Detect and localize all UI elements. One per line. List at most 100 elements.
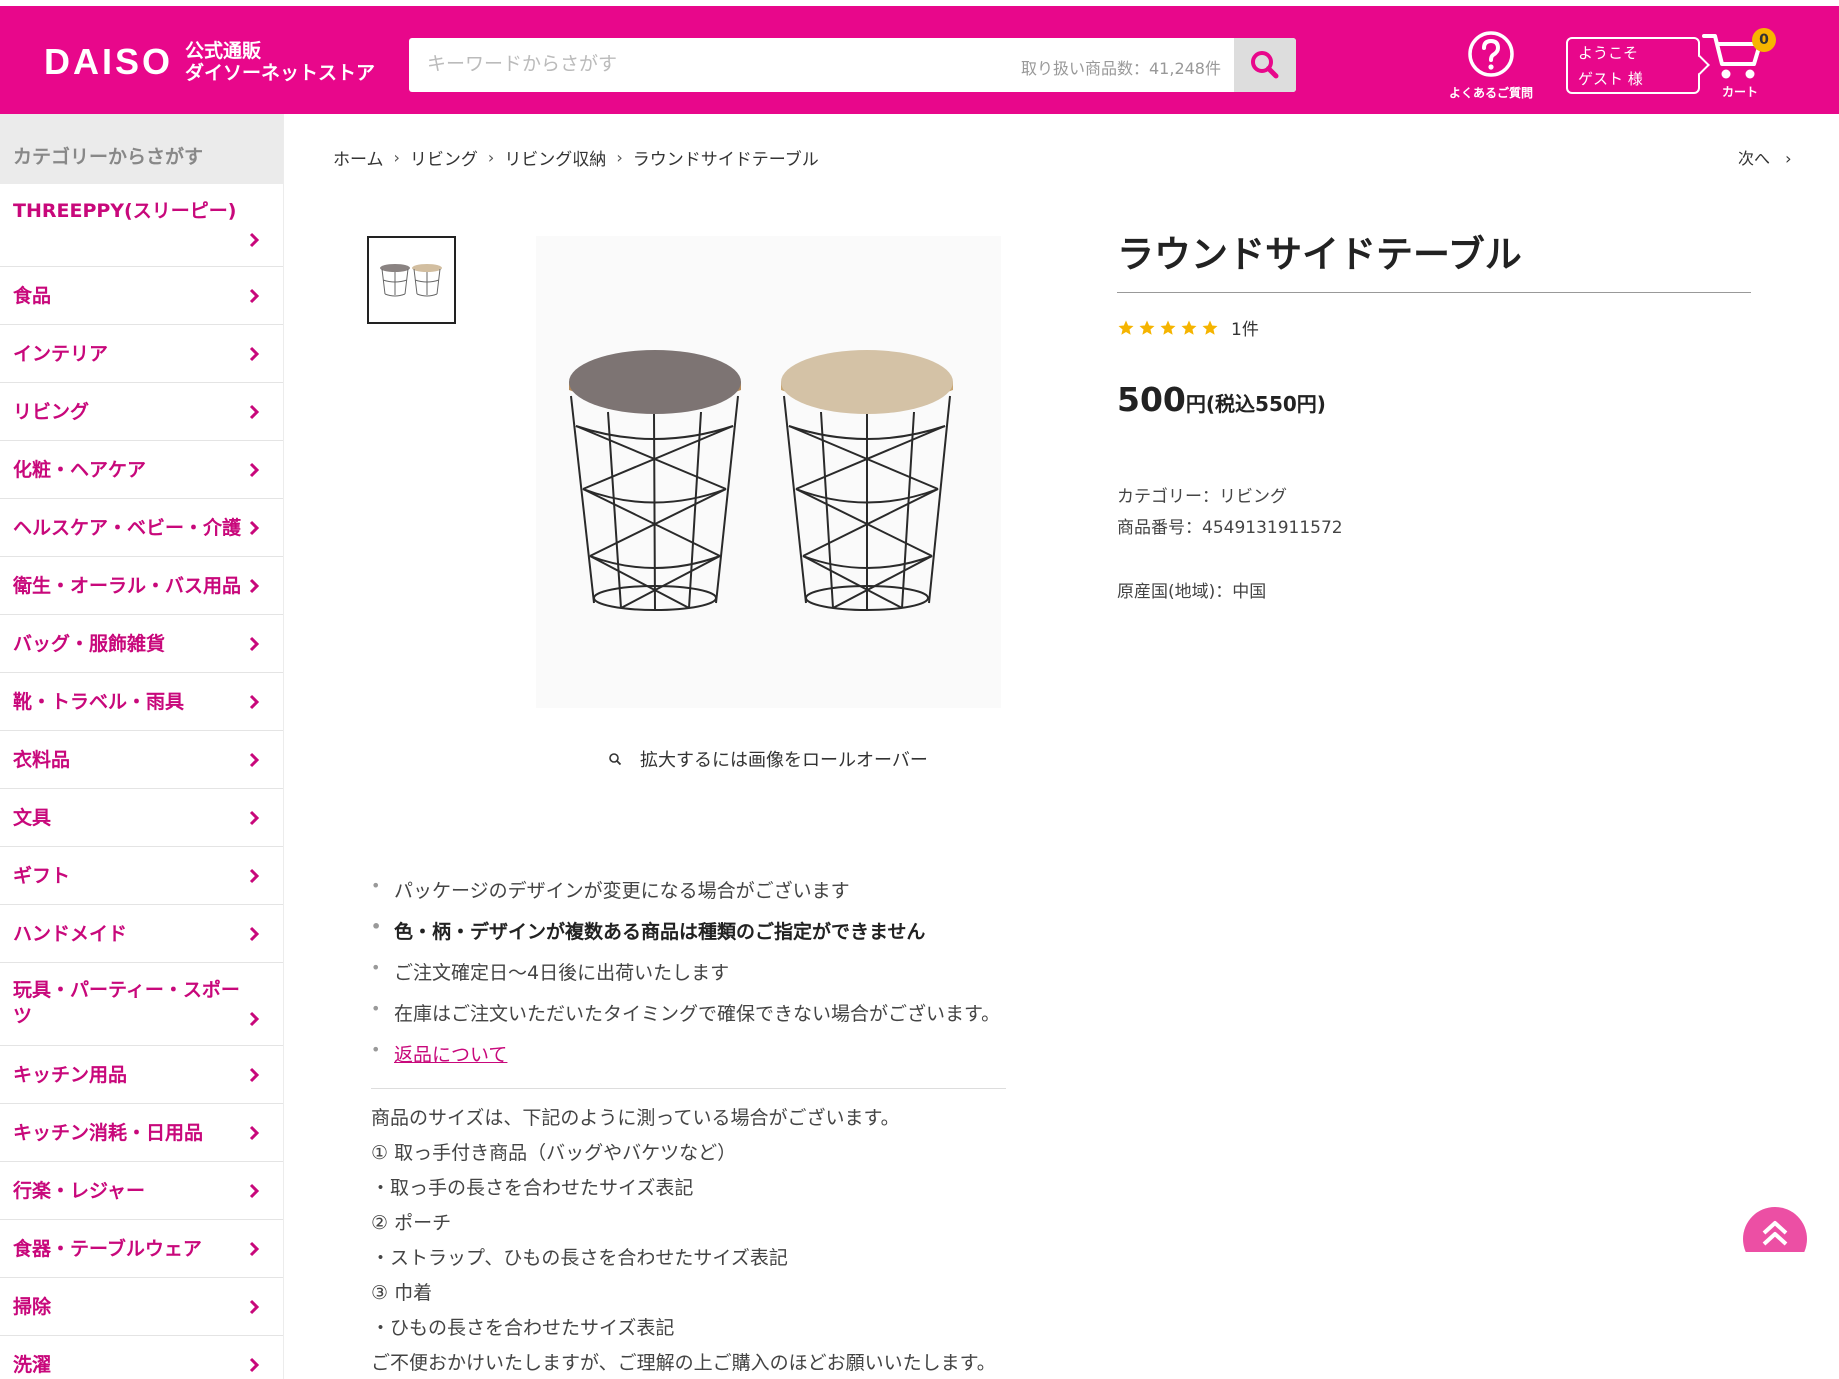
sidebar-category-label: 掃除 <box>13 1295 52 1318</box>
sidebar-category-label: 靴・トラベル・雨具 <box>13 690 185 713</box>
sidebar-category-item[interactable]: キッチン消耗・日用品 <box>0 1104 283 1162</box>
returns-link[interactable]: 返品について <box>394 1044 507 1066</box>
sidebar-category-label: 文具 <box>13 806 52 829</box>
sidebar-category-item[interactable]: 食品 <box>0 267 283 325</box>
help-circle-icon <box>1468 31 1514 77</box>
search-button[interactable] <box>1234 38 1296 92</box>
purchase-notes: パッケージのデザインが変更になる場合がございます 色・柄・デザインが複数ある商品… <box>371 876 1006 1081</box>
chevron-right-icon <box>249 520 260 535</box>
sidebar-category-label: インテリア <box>13 342 109 365</box>
product-price: 500円(税込550円) <box>1117 380 1326 419</box>
chevron-right-icon <box>249 288 260 303</box>
chevron-right-icon <box>249 752 260 767</box>
sidebar-category-item[interactable]: ギフト <box>0 847 283 905</box>
logo-wordmark: DAISO <box>44 41 174 82</box>
title-divider <box>1117 292 1751 293</box>
breadcrumb-separator-icon: › <box>393 148 400 167</box>
product-main-image[interactable] <box>536 236 1001 708</box>
chevron-right-icon <box>249 868 260 883</box>
product-category: カテゴリー：リビング <box>1117 487 1287 507</box>
sidebar-category-item[interactable]: 衛生・オーラル・バス用品 <box>0 557 283 615</box>
sidebar-category-label: ハンドメイド <box>13 922 128 945</box>
star-icon <box>1181 320 1197 335</box>
size-info-line: ① 取っ手付き商品（バッグやバケツなど） <box>371 1142 737 1164</box>
chevron-right-icon <box>249 1299 260 1314</box>
sidebar-category-item[interactable]: 行楽・レジャー <box>0 1162 283 1220</box>
logo-subtitle-line1: 公式通販 <box>185 40 262 62</box>
magnifier-icon <box>609 753 622 766</box>
sidebar-category-label: 行楽・レジャー <box>13 1179 146 1202</box>
next-product-link[interactable]: 次へ › <box>1738 145 1792 169</box>
sidebar-category-item[interactable]: ハンドメイド <box>0 905 283 963</box>
side-tables-image <box>569 350 953 611</box>
sidebar-category-label: 化粧・ヘアケア <box>13 458 147 481</box>
logo-subtitle: 公式通販 ダイソーネットストア <box>185 40 375 84</box>
note-item: パッケージのデザインが変更になる場合がございます <box>371 876 1006 917</box>
sidebar-category-item[interactable]: THREEPPY(スリーピー) <box>0 184 283 267</box>
breadcrumb-living-storage[interactable]: リビング収納 <box>504 145 606 170</box>
back-to-top-button[interactable] <box>1743 1207 1807 1252</box>
product-thumbnail[interactable] <box>367 236 456 324</box>
cart-button[interactable]: 0 カート <box>1702 28 1780 99</box>
breadcrumb-living[interactable]: リビング <box>410 145 478 170</box>
star-icon <box>1160 320 1176 335</box>
double-chevron-up-icon <box>1762 1221 1788 1246</box>
sidebar-category-item[interactable]: 文具 <box>0 789 283 847</box>
faq-link[interactable]: よくあるご質問 <box>1446 30 1536 101</box>
sidebar-category-label: ヘルスケア・ベビー・介護 <box>13 516 242 539</box>
sidebar-category-item[interactable]: キッチン用品 <box>0 1046 283 1104</box>
chevron-right-icon <box>249 926 260 941</box>
size-info-line: 商品のサイズは、下記のように測っている場合がございます。 <box>371 1107 900 1129</box>
guest-name: ゲスト 様 <box>1578 70 1643 88</box>
sidebar-category-item[interactable]: 玩具・パーティー・スポーツ <box>0 963 283 1046</box>
size-info-line: ③ 巾着 <box>371 1282 433 1304</box>
product-title: ラウンドサイドテーブル <box>1117 233 1522 276</box>
breadcrumb-current: ラウンドサイドテーブル <box>632 150 819 170</box>
sidebar-title: カテゴリーからさがす <box>0 114 283 184</box>
sidebar-category-item[interactable]: 洗濯 <box>0 1336 283 1379</box>
cart-label: カート <box>1722 85 1759 99</box>
cart-count-badge: 0 <box>1752 28 1776 52</box>
breadcrumb-separator-icon: › <box>487 148 495 167</box>
faq-label: よくあるご質問 <box>1448 86 1533 100</box>
chevron-right-icon <box>249 346 260 361</box>
review-count: 1件 <box>1231 320 1259 340</box>
chevron-right-icon <box>249 578 260 593</box>
sidebar-category-item[interactable]: 化粧・ヘアケア <box>0 441 283 499</box>
sidebar-category-label: ギフト <box>13 864 71 887</box>
sidebar-category-label: 洗濯 <box>13 1353 52 1376</box>
sidebar-category-item[interactable]: リビング <box>0 383 283 441</box>
star-icon <box>1202 320 1218 335</box>
category-list: THREEPPY(スリーピー) 食品インテリアリビング化粧・ヘアケアヘルスケア・ベ… <box>0 184 283 1379</box>
breadcrumb-home[interactable]: ホーム <box>333 145 384 170</box>
search-bar: 取り扱い商品数：41,248件 <box>409 38 1296 92</box>
chevron-right-icon <box>249 1011 260 1027</box>
sidebar-category-item[interactable]: バッグ・服飾雑貨 <box>0 615 283 673</box>
sidebar-category-item[interactable]: 衣料品 <box>0 731 283 789</box>
chevron-right-icon <box>249 636 260 651</box>
star-icon <box>1139 320 1155 335</box>
chevron-right-icon <box>249 694 260 709</box>
sidebar-category-label: THREEPPY(スリーピー) <box>13 200 237 222</box>
sidebar-category-item[interactable]: 食器・テーブルウェア <box>0 1220 283 1278</box>
sidebar-category-item[interactable]: ヘルスケア・ベビー・介護 <box>0 499 283 557</box>
sidebar-category-label: キッチン消耗・日用品 <box>13 1121 204 1144</box>
star-icon <box>1118 320 1134 335</box>
chevron-right-icon <box>249 1067 260 1082</box>
zoom-hint-text: 拡大するには画像をロールオーバー <box>640 750 928 771</box>
size-info-line: ・ストラップ、ひもの長さを合わせたサイズ表記 <box>371 1247 788 1269</box>
notes-divider <box>371 1088 1006 1089</box>
sidebar-category-item[interactable]: 掃除 <box>0 1278 283 1336</box>
size-info-line: ご不便おかけいたしますが、ご理解の上ご購入のほどお願いいたします。 <box>371 1352 996 1374</box>
welcome-box[interactable]: ようこそ ゲスト 様 <box>1566 37 1710 94</box>
sidebar-category-label: 玩具・パーティー・スポーツ <box>13 979 240 1027</box>
daiso-logo[interactable]: DAISO 公式通販 ダイソーネットストア <box>44 40 375 84</box>
product-rating[interactable]: 1件 <box>1117 315 1259 340</box>
back-to-top-circle <box>1743 1207 1807 1252</box>
chevron-right-icon <box>249 462 260 477</box>
product-origin: 原産国(地域)：中国 <box>1117 582 1267 602</box>
sidebar-category-item[interactable]: インテリア <box>0 325 283 383</box>
sidebar-category-label: キッチン用品 <box>13 1063 128 1086</box>
sidebar-category-item[interactable]: 靴・トラベル・雨具 <box>0 673 283 731</box>
chevron-right-icon <box>249 1183 260 1198</box>
